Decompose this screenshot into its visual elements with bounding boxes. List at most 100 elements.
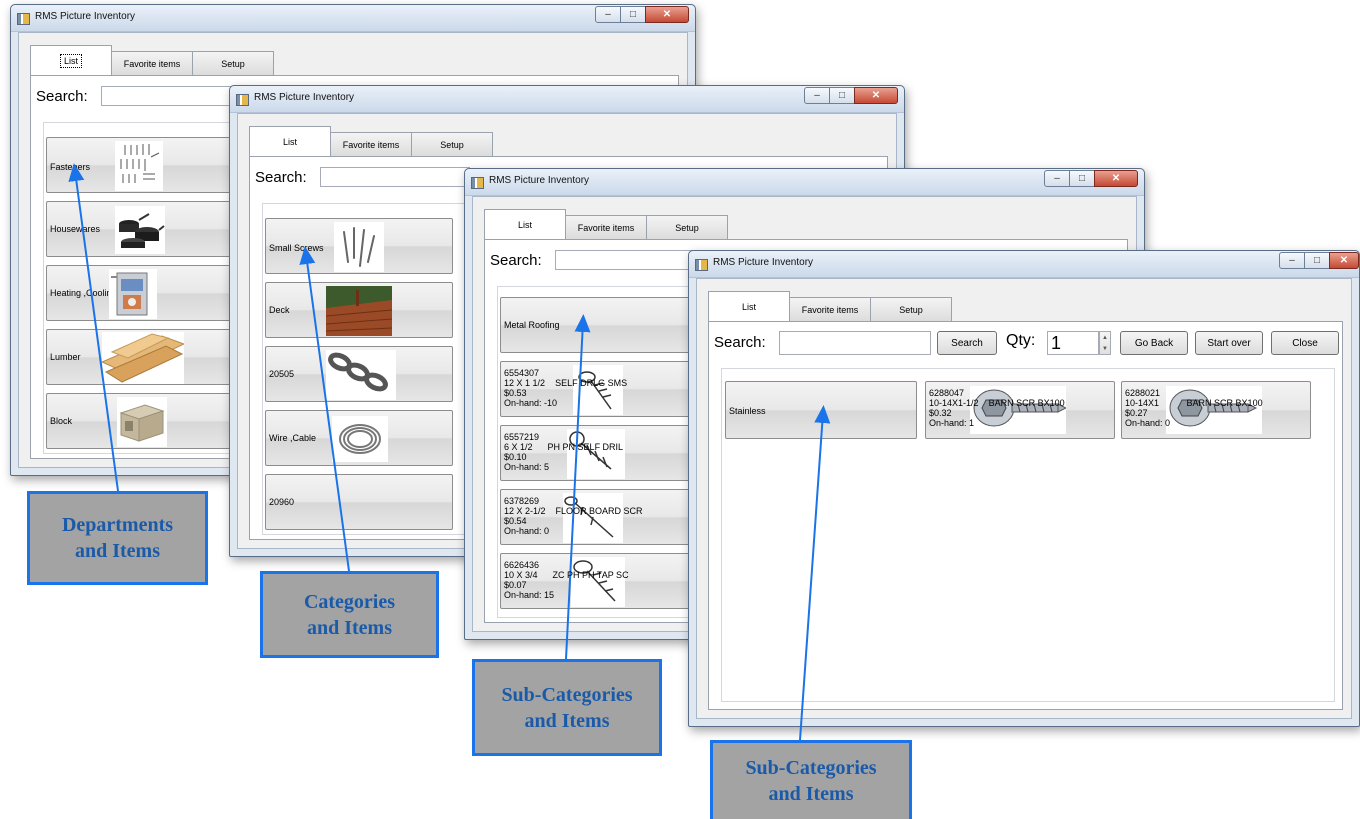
title-bar[interactable]: RMS Picture Inventory – □ ✕	[465, 169, 1144, 196]
window-title: RMS Picture Inventory	[35, 11, 136, 22]
product-button[interactable]: 6557219 6 X 1/2 PH PN SELF DRIL $0.10 On…	[500, 425, 690, 481]
maximize-icon[interactable]: □	[620, 6, 646, 23]
window-items: RMS Picture Inventory – □ ✕ List Favorit…	[688, 250, 1360, 727]
subcategory-label: Stainless	[729, 406, 766, 416]
search-input[interactable]	[320, 167, 470, 187]
subcategory-button-stainless[interactable]: Stainless	[725, 381, 917, 439]
search-label: Search:	[714, 334, 766, 351]
tab-setup[interactable]: Setup	[646, 215, 728, 239]
search-label: Search:	[490, 252, 542, 269]
department-button-fasteners[interactable]: Fasteners	[46, 137, 236, 193]
product-button[interactable]: 6378269 12 X 2-1/2 FLOOR BOARD SCR $0.54…	[500, 489, 690, 545]
maximize-icon[interactable]: □	[1069, 170, 1095, 187]
title-bar[interactable]: RMS Picture Inventory – □ ✕	[230, 86, 904, 113]
callout-departments: Departments and Items	[27, 491, 208, 585]
tab-setup[interactable]: Setup	[192, 51, 274, 75]
tab-list[interactable]: List	[30, 45, 112, 75]
tab-favorite-items[interactable]: Favorite items	[565, 215, 647, 239]
qty-spinner-icon[interactable]: ▲ ▼	[1099, 331, 1111, 355]
window-title: RMS Picture Inventory	[489, 175, 590, 186]
department-button-housewares[interactable]: Housewares	[46, 201, 236, 257]
product-button[interactable]: 6554307 12 X 1 1/2 SELF DRLG SMS $0.53 O…	[500, 361, 690, 417]
category-label: Wire ,Cable	[269, 433, 317, 443]
product-code: 6626436 10 X 3/4 ZC PH PH TAP SC $0.07 O…	[504, 560, 629, 600]
search-input[interactable]	[555, 250, 705, 270]
search-input[interactable]	[779, 331, 931, 355]
callout-categories: Categories and Items	[260, 571, 439, 658]
category-label: Deck	[269, 305, 290, 315]
product-button[interactable]: 6288047 10-14X1-1/2 BARN SCR BX100 $0.32…	[925, 381, 1115, 439]
category-button-wire-cable[interactable]: Wire ,Cable	[265, 410, 453, 466]
category-button-20505[interactable]: 20505	[265, 346, 453, 402]
minimize-icon[interactable]: –	[595, 6, 621, 23]
subcategory-label: Metal Roofing	[504, 320, 560, 330]
category-label: 20960	[269, 497, 295, 507]
close-icon[interactable]: ✕	[1329, 252, 1359, 269]
tab-setup[interactable]: Setup	[411, 132, 493, 156]
close-icon[interactable]: ✕	[645, 6, 689, 23]
qty-input[interactable]: 1	[1047, 331, 1099, 355]
close-icon[interactable]: ✕	[854, 87, 898, 104]
close-icon[interactable]: ✕	[1094, 170, 1138, 187]
app-icon	[695, 259, 708, 271]
minimize-icon[interactable]: –	[804, 87, 830, 104]
tab-setup[interactable]: Setup	[870, 297, 952, 321]
title-bar[interactable]: RMS Picture Inventory – □ ✕	[11, 5, 695, 32]
app-icon	[471, 177, 484, 189]
category-button-deck[interactable]: Deck	[265, 282, 453, 338]
window-title: RMS Picture Inventory	[254, 92, 355, 103]
department-label: Lumber	[50, 352, 81, 362]
tab-favorite-items[interactable]: Favorite items	[330, 132, 412, 156]
product-button[interactable]: 6288021 10-14X1 BARN SCR BX100 $0.27 On-…	[1121, 381, 1311, 439]
list-panel: Search: Search Qty: 1 ▲ ▼ Go Back Start o…	[708, 321, 1343, 710]
callout-sub-categories-1: Sub-Categories and Items	[472, 659, 662, 756]
lumber-image	[102, 332, 184, 384]
fasteners-image	[115, 141, 163, 191]
go-back-button[interactable]: Go Back	[1120, 331, 1188, 355]
subcategory-button-metal-roofing[interactable]: Metal Roofing	[500, 297, 690, 353]
tab-list[interactable]: List	[484, 209, 566, 239]
heating-cooling-image	[109, 269, 157, 319]
search-label: Search:	[36, 88, 88, 105]
department-label: Housewares	[50, 224, 101, 234]
items-list: Stainless 6288047 10-14X1-1/2 BARN SCR B…	[721, 368, 1335, 702]
product-code: 6288047 10-14X1-1/2 BARN SCR BX100 $0.32…	[929, 388, 1065, 428]
category-label: 20505	[269, 369, 295, 379]
category-label: Small Screws	[269, 243, 324, 253]
close-button[interactable]: Close	[1271, 331, 1339, 355]
department-button-lumber[interactable]: Lumber	[46, 329, 236, 385]
tab-favorite-items[interactable]: Favorite items	[789, 297, 871, 321]
department-label: Heating ,Cooling	[50, 288, 117, 298]
chain-image	[326, 350, 396, 400]
block-image	[117, 397, 167, 447]
maximize-icon[interactable]: □	[829, 87, 855, 104]
department-button-heating-cooling[interactable]: Heating ,Cooling	[46, 265, 236, 321]
product-code: 6554307 12 X 1 1/2 SELF DRLG SMS $0.53 O…	[504, 368, 628, 408]
start-over-button[interactable]: Start over	[1195, 331, 1263, 355]
client-area: List Favorite items Setup Search: Search…	[696, 278, 1352, 719]
category-button-20960[interactable]: 20960	[265, 474, 453, 530]
minimize-icon[interactable]: –	[1279, 252, 1305, 269]
department-label: Block	[50, 416, 73, 426]
search-button[interactable]: Search	[937, 331, 997, 355]
maximize-icon[interactable]: □	[1304, 252, 1330, 269]
title-bar[interactable]: RMS Picture Inventory – □ ✕	[689, 251, 1359, 278]
search-label: Search:	[255, 169, 307, 186]
deck-image	[326, 286, 392, 336]
app-icon	[17, 13, 30, 25]
product-button[interactable]: 6626436 10 X 3/4 ZC PH PH TAP SC $0.07 O…	[500, 553, 690, 609]
callout-sub-categories-2: Sub-Categories and Items	[710, 740, 912, 819]
department-label: Fasteners	[50, 162, 91, 172]
tab-list[interactable]: List	[708, 291, 790, 321]
category-button-small-screws[interactable]: Small Screws	[265, 218, 453, 274]
qty-label: Qty:	[1006, 332, 1036, 349]
department-button-block[interactable]: Block	[46, 393, 236, 449]
product-code: 6557219 6 X 1/2 PH PN SELF DRIL $0.10 On…	[504, 432, 624, 472]
housewares-image	[115, 206, 165, 254]
minimize-icon[interactable]: –	[1044, 170, 1070, 187]
tab-favorite-items[interactable]: Favorite items	[111, 51, 193, 75]
tab-list[interactable]: List	[249, 126, 331, 156]
window-title: RMS Picture Inventory	[713, 257, 814, 268]
wire-cable-image	[332, 416, 388, 462]
product-code: 6378269 12 X 2-1/2 FLOOR BOARD SCR $0.54…	[504, 496, 643, 536]
